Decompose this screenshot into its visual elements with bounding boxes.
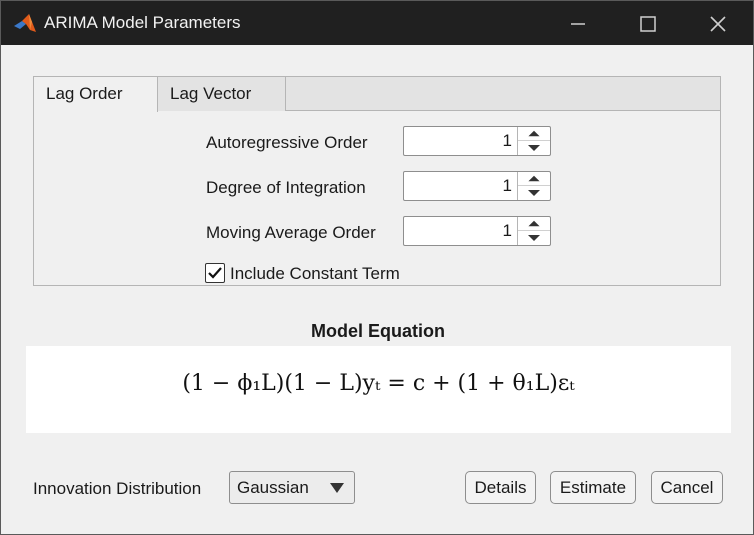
- minimize-icon[interactable]: [555, 9, 601, 39]
- tab-lag-vector[interactable]: Lag Vector: [158, 77, 286, 111]
- model-equation-heading: Model Equation: [311, 321, 445, 341]
- arima-dialog: ARIMA Model Parameters Lag Order Lag Vec…: [0, 0, 754, 535]
- title-bar[interactable]: ARIMA Model Parameters: [1, 1, 753, 45]
- spin-up-icon[interactable]: [518, 127, 550, 141]
- spin-down-icon[interactable]: [518, 141, 550, 155]
- close-icon[interactable]: [695, 9, 741, 39]
- cancel-button[interactable]: Cancel: [651, 471, 723, 504]
- window-title: ARIMA Model Parameters: [44, 13, 241, 32]
- moving-average-order-spinner[interactable]: 1: [403, 216, 551, 246]
- moving-average-order-value[interactable]: 1: [503, 221, 512, 241]
- include-constant-label[interactable]: Include Constant Term: [230, 264, 400, 284]
- innovation-distribution-label: Innovation Distribution: [33, 479, 202, 498]
- include-constant-checkbox[interactable]: [205, 263, 225, 283]
- spin-down-icon[interactable]: [518, 231, 550, 245]
- innovation-distribution-dropdown[interactable]: Gaussian: [229, 471, 355, 504]
- tab-lag-order[interactable]: Lag Order: [34, 77, 158, 112]
- maximize-icon[interactable]: [625, 9, 671, 39]
- spin-down-icon[interactable]: [518, 186, 550, 200]
- model-equation-panel: (1 − ϕ₁L)(1 − L)yₜ = c + (1 + θ₁L)εₜ: [26, 346, 731, 433]
- autoregressive-order-spinner[interactable]: 1: [403, 126, 551, 156]
- degree-of-integration-label: Degree of Integration: [206, 178, 366, 197]
- innovation-distribution-value: Gaussian: [237, 478, 309, 497]
- tab-strip: Lag Order Lag Vector: [34, 77, 720, 112]
- spin-up-icon[interactable]: [518, 217, 550, 231]
- estimate-button[interactable]: Estimate: [550, 471, 636, 504]
- details-button[interactable]: Details: [465, 471, 536, 504]
- moving-average-order-label: Moving Average Order: [206, 223, 376, 242]
- degree-of-integration-spinner[interactable]: 1: [403, 171, 551, 201]
- degree-of-integration-value[interactable]: 1: [503, 176, 512, 196]
- dropdown-arrow-icon: [330, 483, 344, 493]
- spin-up-icon[interactable]: [518, 172, 550, 186]
- autoregressive-order-value[interactable]: 1: [503, 131, 512, 151]
- tab-group: Lag Order Lag Vector Autoregressive Orde…: [33, 76, 721, 286]
- spinner-arrows: [517, 217, 550, 245]
- model-equation: (1 − ϕ₁L)(1 − L)yₜ = c + (1 + θ₁L)εₜ: [182, 371, 575, 396]
- spinner-arrows: [517, 172, 550, 200]
- matlab-icon: [14, 14, 36, 32]
- autoregressive-order-label: Autoregressive Order: [206, 133, 368, 152]
- spinner-arrows: [517, 127, 550, 155]
- checkmark-icon: [208, 267, 222, 279]
